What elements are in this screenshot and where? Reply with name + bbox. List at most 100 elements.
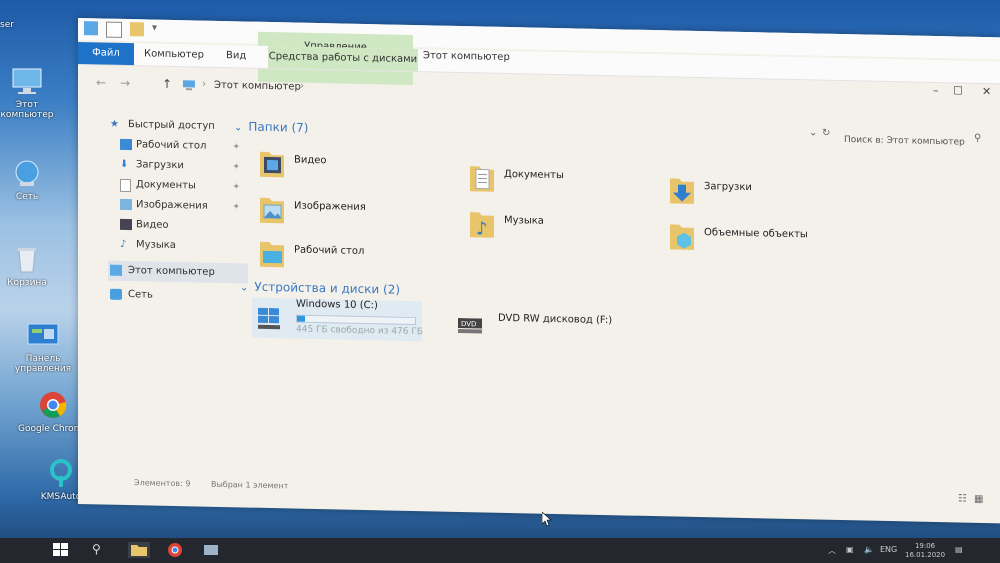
sidebar-item-label: Изображения bbox=[136, 199, 208, 212]
notifications-icon[interactable]: ▤ bbox=[955, 545, 963, 554]
windows-start-icon[interactable] bbox=[52, 542, 70, 558]
large-icons-view-icon[interactable]: ▦ bbox=[974, 494, 983, 505]
video-folder-icon bbox=[260, 151, 284, 178]
music-folder-icon: ♪ bbox=[470, 212, 494, 240]
downloads-icon: ⬇ bbox=[120, 158, 129, 171]
drive-usage-bar bbox=[296, 314, 416, 326]
desktop-icon bbox=[120, 138, 132, 151]
chrome-icon[interactable] bbox=[166, 542, 184, 558]
folder-label: Музыка bbox=[504, 214, 544, 227]
svg-text:♪: ♪ bbox=[476, 218, 487, 239]
dropdown-icon[interactable]: ⌄ bbox=[809, 127, 817, 138]
search-input[interactable]: Поиск в: Этот компьютер bbox=[838, 130, 974, 153]
devices-header-label: Устройства и диски (2) bbox=[254, 279, 401, 297]
documents-folder-icon bbox=[470, 166, 494, 192]
desktop-icon-control-panel[interactable]: Панель управления bbox=[8, 320, 78, 374]
breadcrumb[interactable]: Этот компьютер bbox=[214, 80, 301, 93]
mouse-cursor-icon bbox=[542, 512, 552, 526]
explorer-window: ▾ Управление Файл Компьютер Вид Средства… bbox=[78, 18, 1000, 524]
star-icon: ★ bbox=[110, 118, 119, 130]
images-icon bbox=[120, 198, 132, 211]
file-explorer-icon[interactable] bbox=[128, 542, 150, 558]
devices-group-header[interactable]: ⌄ Устройства и диски (2) bbox=[240, 279, 401, 297]
clock-time: 19:06 bbox=[914, 542, 936, 550]
folder-label: Объемные объекты bbox=[704, 227, 808, 241]
3d-objects-folder-icon bbox=[670, 224, 694, 250]
volume-icon[interactable]: 🔈 bbox=[864, 545, 874, 554]
desktop-partial-label: ser bbox=[0, 20, 14, 30]
folders-group-header[interactable]: ⌄ Папки (7) bbox=[234, 119, 308, 135]
sidebar-item-label: Видео bbox=[136, 219, 169, 231]
chevron-down-icon: ⌄ bbox=[240, 282, 249, 294]
drive-item-c[interactable]: Windows 10 (C:) 445 ГБ свободно из 476 Г… bbox=[252, 297, 424, 342]
chevron-up-icon[interactable]: ︿ bbox=[828, 545, 836, 556]
properties-icon[interactable] bbox=[106, 21, 122, 38]
video-icon bbox=[120, 218, 132, 231]
forward-button[interactable]: → bbox=[120, 76, 130, 90]
folders-header-label: Папки (7) bbox=[248, 119, 309, 135]
new-folder-icon[interactable] bbox=[130, 22, 144, 37]
folder-label: Документы bbox=[504, 168, 564, 182]
drive-usage-fill bbox=[297, 315, 305, 322]
network-tray-icon[interactable]: ▣ bbox=[846, 545, 854, 554]
pin-icon: ✦ bbox=[232, 162, 240, 173]
computer-icon[interactable] bbox=[84, 21, 98, 36]
search-icon[interactable]: ⚲ bbox=[92, 542, 110, 558]
desktop-icon-label: Сеть bbox=[15, 192, 39, 202]
sidebar-item-label: Музыка bbox=[136, 239, 176, 252]
desktop-icon-recycle-bin[interactable]: Корзина bbox=[0, 244, 62, 288]
sidebar-item-label: Рабочий стол bbox=[136, 139, 207, 152]
breadcrumb-sep: › bbox=[300, 80, 304, 92]
status-items-count: Элементов: 9 bbox=[134, 478, 191, 489]
pin-icon: ✦ bbox=[232, 182, 240, 193]
dvd-drive-icon: DVD bbox=[458, 317, 482, 334]
desktop-icon-network[interactable]: Сеть bbox=[0, 158, 62, 202]
chrome-icon bbox=[40, 392, 67, 418]
sidebar-item-label: Сеть bbox=[128, 289, 153, 301]
desktop-icon-label: Этот компьютер bbox=[0, 100, 54, 120]
sidebar-item-music[interactable]: ♪ Музыка bbox=[108, 235, 248, 258]
tab-computer[interactable]: Компьютер bbox=[144, 43, 204, 66]
drive-free-space: 445 ГБ свободно из 476 ГБ bbox=[296, 324, 424, 338]
navigation-pane: ★ Быстрый доступ Рабочий стол ✦ ⬇ Загруз… bbox=[108, 115, 248, 308]
up-button[interactable]: ↑ bbox=[162, 77, 172, 91]
network-icon bbox=[110, 288, 122, 300]
status-selected: Выбран 1 элемент bbox=[210, 479, 289, 491]
chevron-down-icon: ⌄ bbox=[234, 122, 243, 134]
control-panel-icon bbox=[27, 323, 59, 345]
computer-icon bbox=[183, 80, 195, 91]
sidebar-item-network[interactable]: Сеть bbox=[108, 285, 248, 308]
images-folder-icon bbox=[260, 197, 284, 224]
desktop-icon-this-pc[interactable]: Этот компьютер bbox=[0, 66, 62, 120]
sidebar-item-label: Загрузки bbox=[136, 159, 184, 172]
breadcrumb-sep: › bbox=[202, 78, 206, 90]
clock[interactable]: 19:06 16.01.2020 bbox=[905, 542, 945, 560]
sidebar-item-label: Быстрый доступ bbox=[128, 119, 215, 132]
tab-file[interactable]: Файл bbox=[78, 42, 134, 66]
drive-item-dvd[interactable]: DVD DVD RW дисковод (F:) bbox=[458, 312, 658, 356]
app-icon[interactable] bbox=[202, 542, 220, 558]
refresh-icon[interactable]: ↻ bbox=[822, 128, 830, 139]
documents-icon bbox=[120, 178, 131, 193]
tab-view[interactable]: Вид bbox=[226, 45, 246, 67]
language-indicator[interactable]: ENG bbox=[880, 545, 897, 554]
folder-label: Видео bbox=[294, 154, 327, 167]
desktop-folder-icon bbox=[260, 241, 284, 268]
details-view-icon[interactable]: ☷ bbox=[958, 493, 967, 504]
folder-label: Загрузки bbox=[704, 181, 752, 194]
clock-date: 16.01.2020 bbox=[905, 551, 946, 559]
taskbar: ⚲ ︿ ▣ 🔈 ENG 19:06 16.01.2020 ▤ bbox=[0, 538, 1000, 563]
desktop-icon-label: Корзина bbox=[7, 278, 47, 288]
desktop-icon-label: Панель управления bbox=[14, 354, 72, 374]
sidebar-item-this-pc[interactable]: Этот компьютер bbox=[108, 260, 248, 284]
downloads-folder-icon bbox=[670, 178, 694, 204]
tab-disk-tools[interactable]: Средства работы с дисками bbox=[268, 45, 418, 72]
chevron-down-icon[interactable]: ▾ bbox=[152, 23, 160, 37]
drive-label: Windows 10 (C:) bbox=[296, 298, 378, 312]
sidebar-item-label: Документы bbox=[136, 179, 196, 192]
window-title: Этот компьютер bbox=[423, 50, 510, 64]
back-button[interactable]: ← bbox=[96, 75, 106, 89]
music-icon: ♪ bbox=[120, 238, 127, 251]
search-icon[interactable]: ⚲ bbox=[974, 133, 981, 144]
sidebar-item-label: Этот компьютер bbox=[128, 265, 215, 278]
